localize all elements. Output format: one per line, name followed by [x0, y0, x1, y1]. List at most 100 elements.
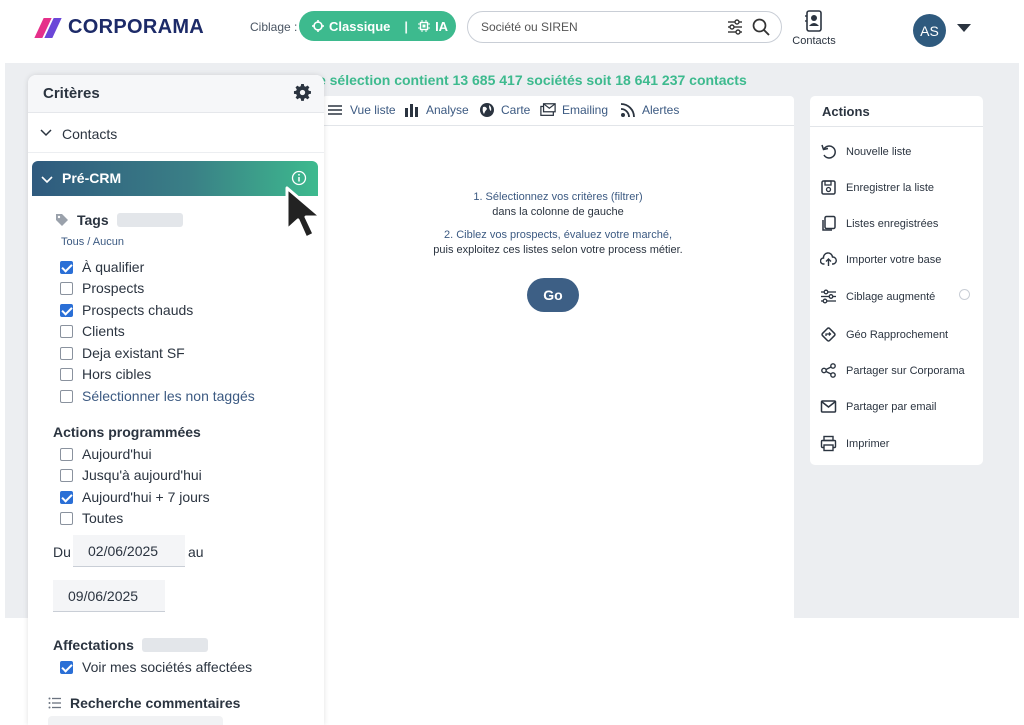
section-contacts-label: Contacts [62, 126, 118, 142]
tags-count-badge [116, 213, 183, 227]
info-icon[interactable] [291, 170, 307, 186]
checkbox[interactable] [60, 346, 73, 360]
section-precrm-header[interactable]: Pré-CRM [32, 161, 318, 196]
chevron-down-icon[interactable] [957, 24, 971, 32]
actions-panel: Actions Nouvelle liste Enregistrer la li… [810, 96, 983, 465]
share-icon [821, 363, 836, 378]
avatar[interactable]: AS [913, 14, 946, 47]
checkbox[interactable] [60, 281, 73, 295]
checkbox-label: Jusqu'à aujourd'hui [82, 467, 202, 483]
assignments-heading: Affectations [53, 637, 208, 653]
checkbox-label: Prospects [82, 280, 145, 296]
checkbox[interactable] [60, 468, 73, 482]
checkbox-label: Aujourd'hui + 7 jours [82, 489, 210, 505]
tags-all-none-link[interactable]: Tous / Aucun [61, 236, 124, 248]
action-label: Importer votre base [846, 253, 942, 266]
comments-search-input[interactable] [48, 716, 223, 725]
tag-checkbox-a-qualifier[interactable]: À qualifier [60, 259, 144, 275]
scheduled-checkbox-all[interactable]: Toutes [60, 510, 123, 526]
instruction-step-1-sub: dans la colonne de gauche [492, 206, 624, 218]
tab-analyse[interactable]: Analyse [404, 102, 469, 118]
chevron-down-icon [40, 129, 52, 137]
checkbox[interactable] [60, 447, 73, 461]
action-label: Partager sur Corporama [846, 364, 965, 377]
scheduled-checkbox-today-plus-7[interactable]: Aujourd'hui + 7 jours [60, 489, 210, 505]
tab-carte[interactable]: Carte [479, 102, 530, 118]
tag-checkbox-prospects[interactable]: Prospects [60, 280, 144, 296]
action-partager-corporama[interactable]: Partager sur Corporama [820, 362, 980, 379]
date-to-field[interactable]: 09/06/2025 [53, 580, 165, 612]
filter-sliders-icon[interactable] [726, 18, 744, 36]
corporama-logo[interactable]: CORPORAMA [34, 16, 205, 39]
ciblage-label: Ciblage : [250, 20, 298, 34]
checkbox-label: Aujourd'hui [82, 446, 152, 462]
checkbox-label: À qualifier [82, 259, 145, 275]
checkbox[interactable] [60, 260, 73, 274]
section-precrm-label: Pré-CRM [62, 170, 122, 186]
checkbox[interactable] [60, 490, 73, 504]
action-enregistrer-liste[interactable]: Enregistrer la liste [820, 179, 980, 196]
list-icon [48, 697, 61, 709]
action-ciblage-augmente[interactable]: Ciblage augmenté [820, 288, 980, 305]
section-contacts[interactable]: Contacts [28, 113, 324, 153]
tab-alertes[interactable]: Alertes [620, 102, 679, 118]
help-icon[interactable] [959, 289, 970, 300]
mode-ia-label: IA [435, 18, 449, 34]
checkbox[interactable] [60, 303, 73, 317]
action-geo-rapprochement[interactable]: Géo Rapprochement [820, 326, 980, 343]
action-listes-enregistrees[interactable]: Listes enregistrées [820, 215, 980, 232]
sliders-icon [821, 289, 836, 304]
action-imprimer[interactable]: Imprimer [820, 435, 980, 452]
action-nouvelle-liste[interactable]: Nouvelle liste [820, 143, 980, 160]
checkbox-label: Deja existant SF [82, 345, 185, 361]
tag-checkbox-clients[interactable]: Clients [60, 323, 125, 339]
checkbox[interactable] [60, 389, 73, 403]
checkbox[interactable] [60, 511, 73, 525]
action-importer-base[interactable]: Importer votre base [820, 251, 980, 268]
tag-checkbox-prospects-chauds[interactable]: Prospects chauds [60, 302, 193, 318]
search-input[interactable] [481, 20, 711, 34]
view-tabs: Vue liste Analyse Carte Emailing Alertes [322, 96, 794, 126]
instructions: 1. Sélectionnez vos critères (filtrer) d… [322, 190, 794, 266]
tag-checkbox-non-tagges[interactable]: Sélectionner les non taggés [60, 388, 255, 404]
tag-icon [56, 214, 68, 226]
scheduled-checkbox-until-today[interactable]: Jusqu'à aujourd'hui [60, 467, 202, 483]
checkbox-label: Voir mes sociétés affectées [82, 659, 253, 675]
undo-icon [821, 144, 836, 159]
ciblage-mode-toggle[interactable]: Classique | IA [299, 11, 456, 41]
criteria-header: Critères [28, 75, 324, 113]
action-partager-email[interactable]: Partager par email [820, 398, 980, 415]
instruction-step-2-sub: puis exploitez ces listes selon votre pr… [433, 244, 683, 256]
copy-icon [822, 215, 836, 231]
tags-heading: Tags [55, 212, 183, 228]
contact-card-icon [805, 10, 822, 32]
mode-classic-option[interactable]: Classique [299, 19, 390, 34]
scheduled-actions-heading: Actions programmées [53, 424, 201, 440]
action-label: Géo Rapprochement [846, 328, 949, 341]
date-from-field[interactable]: 02/06/2025 [73, 535, 185, 567]
action-label: Enregistrer la liste [846, 181, 935, 194]
go-button[interactable]: Go [527, 278, 579, 312]
action-label: Nouvelle liste [846, 145, 912, 158]
tab-emailing[interactable]: Emailing [540, 102, 608, 118]
tag-checkbox-deja-existant-sf[interactable]: Deja existant SF [60, 345, 185, 361]
checkbox-label: Prospects chauds [82, 302, 194, 318]
toggle-separator: | [404, 18, 409, 34]
mail-icon [820, 400, 837, 413]
mode-ia-option[interactable]: IA [418, 19, 448, 34]
checkbox[interactable] [60, 324, 73, 338]
tab-vue-liste[interactable]: Vue liste [328, 102, 396, 118]
gear-icon[interactable] [293, 83, 312, 102]
scheduled-checkbox-today[interactable]: Aujourd'hui [60, 446, 152, 462]
crosshair-icon [312, 20, 324, 32]
mouse-pointer-icon [285, 186, 323, 240]
search-icon[interactable] [751, 17, 771, 37]
tag-checkbox-hors-cibles[interactable]: Hors cibles [60, 366, 151, 382]
checkbox[interactable] [60, 660, 73, 674]
checkbox[interactable] [60, 367, 73, 381]
assignment-checkbox-my-companies[interactable]: Voir mes sociétés affectées [60, 659, 252, 675]
brand-name: CORPORAMA [68, 16, 205, 38]
save-icon [821, 180, 836, 195]
contacts-button[interactable]: Contacts [789, 10, 839, 47]
action-label: Partager par email [846, 400, 937, 413]
